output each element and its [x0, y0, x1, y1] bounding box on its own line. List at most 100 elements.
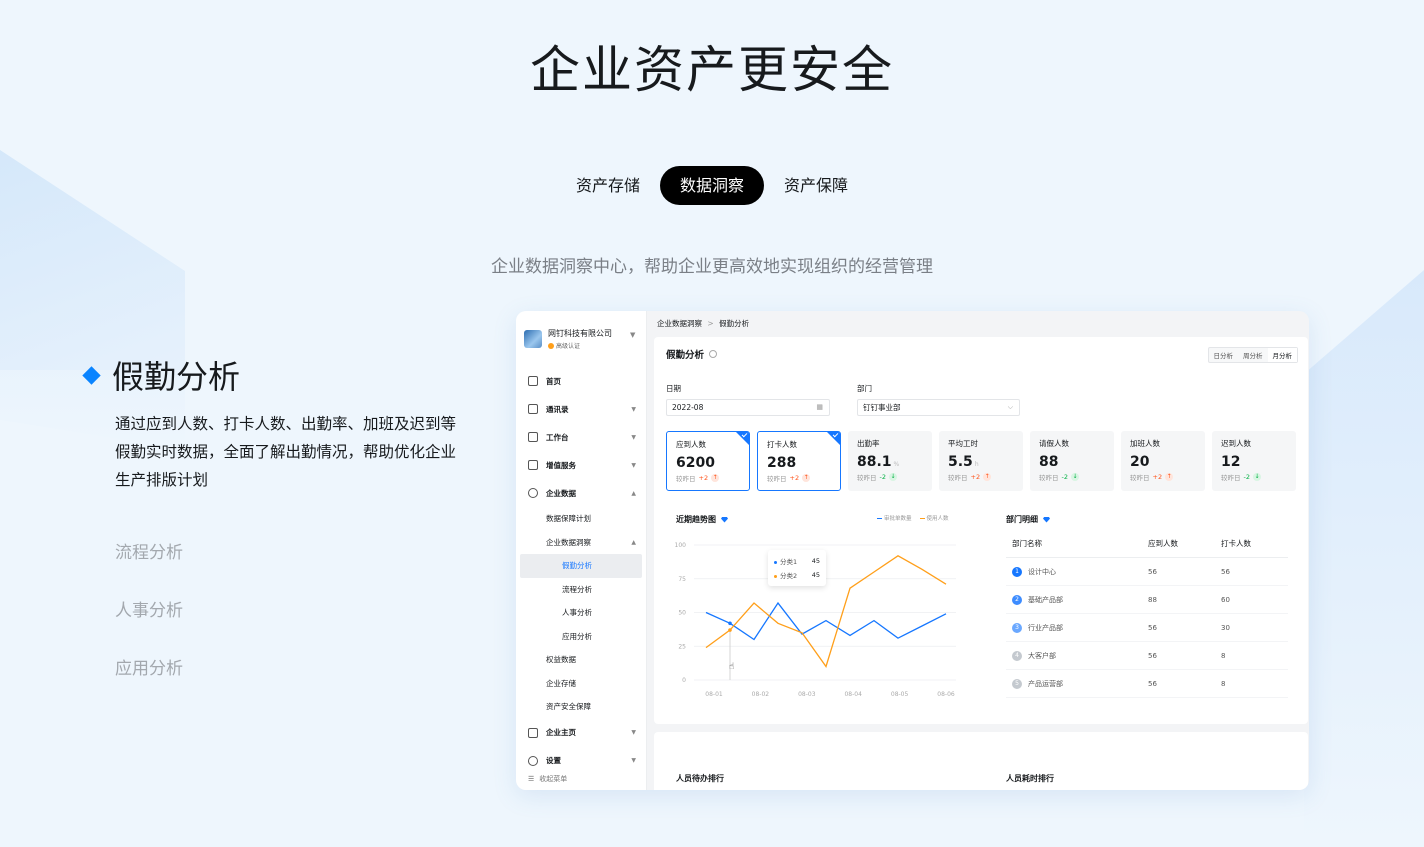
kpi-label: 打卡人数: [767, 440, 797, 449]
legend-item-users[interactable]: 使用人数: [920, 514, 949, 522]
sidebar-item-contacts[interactable]: 通讯录 ▼: [516, 395, 646, 423]
trend-title-text: 近期趋势图: [676, 515, 716, 524]
table-row[interactable]: 4 大客户部 56 8: [1006, 642, 1288, 670]
sidebar-item-workbench[interactable]: 工作台 ▼: [516, 423, 646, 451]
kpi-value-number: 5.5: [948, 454, 973, 470]
sidebar-item-homepage[interactable]: 企业主页 ▼: [516, 719, 646, 747]
kpi-card[interactable]: 打卡人数 288 较昨日 +2 ↑: [757, 431, 841, 491]
dept-name: 基础产品部: [1028, 595, 1063, 604]
breadcrumb: 企业数据洞察 > 假勤分析: [647, 311, 1309, 337]
tab-data-insight[interactable]: 数据洞察: [659, 166, 764, 205]
sidebar-sub-security[interactable]: 资产安全保障: [516, 695, 646, 719]
column-header[interactable]: 打卡人数: [1221, 538, 1281, 549]
segment-day[interactable]: 日分析: [1209, 348, 1239, 362]
kpi-compare: 较昨日 -2 ↓: [857, 472, 923, 482]
kpi-card[interactable]: 平均工时 5.5 h 较昨日 +2 ↑: [939, 431, 1023, 491]
building-icon: [528, 727, 538, 738]
sidebar-sub2-attendance[interactable]: 假勤分析: [520, 554, 642, 578]
feature-item-app[interactable]: 应用分析: [115, 640, 462, 698]
chevron-down-icon: ▼: [631, 405, 636, 413]
expected-cell: 56: [1148, 679, 1157, 688]
sidebar-sub-data-plan[interactable]: 数据保障计划: [516, 507, 646, 531]
breadcrumb-separator: >: [707, 319, 714, 328]
kpi-card[interactable]: 出勤率 88.1% 较昨日 -2 ↓: [848, 431, 932, 491]
settings-icon: [528, 755, 538, 766]
column-header[interactable]: 部门名称: [1006, 538, 1148, 549]
breadcrumb-parent[interactable]: 企业数据洞察: [657, 319, 702, 328]
segment-month[interactable]: 月分析: [1267, 348, 1297, 362]
kpi-delta: +2: [970, 473, 981, 481]
kpi-card[interactable]: 迟到人数 12 较昨日 -2 ↓: [1212, 431, 1296, 491]
kpi-card[interactable]: 应到人数 6200 较昨日 +2 ↑: [666, 431, 750, 491]
sidebar-sub2-hr[interactable]: 人事分析: [520, 601, 642, 625]
sidebar-item-services[interactable]: 增值服务 ▼: [516, 451, 646, 479]
table-row[interactable]: 5 产品运营部 56 8: [1006, 670, 1288, 698]
org-switcher[interactable]: 网钉科技有限公司 高级认证 ▼: [516, 311, 646, 355]
kpi-delta: +2: [1152, 473, 1163, 481]
chevron-down-icon: ▼: [631, 729, 636, 736]
dept-name: 行业产品部: [1028, 623, 1063, 632]
dept-name-cell: 3 行业产品部: [1006, 622, 1148, 633]
collapse-menu-button[interactable]: ☰ 收起菜单: [528, 774, 567, 784]
calendar-icon: ▦: [816, 403, 823, 411]
kpi-compare: 较昨日 +2 ↑: [676, 473, 740, 483]
column-header[interactable]: 应到人数: [1148, 538, 1221, 549]
kpi-delta: +2: [789, 474, 800, 482]
legend-item-approvals[interactable]: 审批单数量: [877, 514, 912, 522]
sidebar-sub2-process[interactable]: 流程分析: [520, 578, 642, 602]
series-dot-icon: [774, 561, 777, 564]
tooltip-series: 分类1: [774, 556, 797, 566]
date-picker[interactable]: 2022-08 ▦: [666, 399, 830, 416]
chevron-down-icon: ▼: [631, 757, 636, 764]
kpi-value-number: 88.1: [857, 454, 892, 470]
chart-tooltip: 分类1 45 分类2 45: [768, 550, 826, 586]
date-value: 2022-08: [672, 403, 704, 412]
kpi-card[interactable]: 请假人数 88 较昨日 -2 ↓: [1030, 431, 1114, 491]
table-row[interactable]: 3 行业产品部 56 30: [1006, 614, 1288, 642]
rank-badge: 4: [1012, 650, 1022, 661]
kpi-label: 应到人数: [676, 440, 706, 449]
tooltip-value: 45: [811, 571, 820, 579]
sidebar-item-settings[interactable]: 设置 ▼: [516, 747, 646, 775]
sidebar-sub-label: 企业数据洞察: [546, 537, 591, 547]
kpi-card[interactable]: 加班人数 20 较昨日 +2 ↑: [1121, 431, 1205, 491]
data-icon: [528, 488, 538, 498]
kpi-unit: %: [893, 461, 900, 468]
kpi-compare-label: 较昨日: [857, 474, 877, 482]
tab-asset-protection[interactable]: 资产保障: [764, 166, 868, 205]
chevron-down-icon: ▼: [630, 331, 636, 339]
sidebar-sub-data-insight[interactable]: 企业数据洞察 ▲: [516, 531, 646, 555]
feature-item-process[interactable]: 流程分析: [115, 524, 462, 582]
org-logo: [524, 330, 542, 348]
sidebar-sub2-app[interactable]: 应用分析: [520, 625, 642, 649]
contacts-icon: [528, 404, 538, 414]
checked-cell: 60: [1221, 595, 1230, 604]
hero-subtitle: 企业数据洞察中心，帮助企业更高效地实现组织的经营管理: [491, 257, 933, 277]
dept-title-text: 部门明细: [1006, 515, 1038, 524]
dept-name-cell: 1 设计中心: [1006, 566, 1148, 577]
checked-cell: 8: [1221, 679, 1226, 688]
arrow-up-icon: ↑: [802, 474, 811, 482]
segment-week[interactable]: 周分析: [1238, 348, 1268, 362]
sidebar-item-enterprise-data[interactable]: 企业数据 ▲: [516, 479, 646, 507]
tooltip-row: 分类1 45: [774, 554, 820, 568]
kpi-compare: 较昨日 -2 ↓: [1039, 472, 1105, 482]
table-row[interactable]: 1 设计中心 56 56: [1006, 558, 1288, 586]
chevron-down-icon: ⌵: [1007, 403, 1013, 411]
feature-item-hr[interactable]: 人事分析: [115, 582, 462, 640]
org-name: 网钉科技有限公司: [548, 329, 612, 338]
tab-asset-storage[interactable]: 资产存储: [556, 166, 660, 205]
feature-active[interactable]: 假勤分析: [82, 352, 462, 398]
rank-badge: 3: [1012, 622, 1022, 633]
dept-name-cell: 5 产品运营部: [1006, 678, 1148, 689]
sidebar-item-home[interactable]: 首页: [516, 367, 646, 395]
sidebar-sub-storage[interactable]: 企业存储: [516, 672, 646, 696]
help-icon[interactable]: [709, 350, 718, 358]
diamond-icon: [721, 516, 728, 523]
kpi-value: 5.5 h: [948, 454, 1014, 470]
hero-title: 企业资产更安全: [530, 41, 894, 99]
table-row[interactable]: 2 基础产品部 88 60: [1006, 586, 1288, 614]
sidebar-sub-rights[interactable]: 权益数据: [516, 648, 646, 672]
dept-select[interactable]: 钉钉事业部 ⌵: [857, 399, 1020, 416]
kpi-label: 请假人数: [1039, 439, 1069, 448]
